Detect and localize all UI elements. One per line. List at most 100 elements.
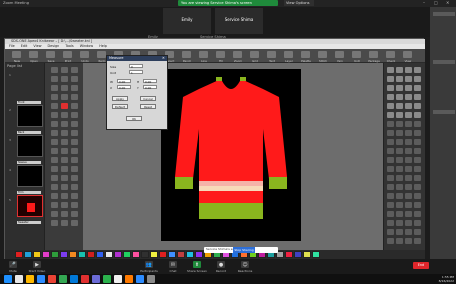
color-swatch[interactable] [177, 251, 185, 258]
panel-tool-button[interactable] [387, 238, 394, 244]
panel-tool-button[interactable] [396, 193, 403, 199]
page-thumbnail[interactable] [17, 105, 43, 127]
dialog-field-value[interactable]: 0.00 [117, 85, 131, 90]
panel-tool-button[interactable] [387, 211, 394, 217]
toolbar-button-yarn[interactable] [335, 51, 344, 58]
menu-view[interactable]: View [33, 44, 41, 48]
tool-button[interactable] [71, 202, 78, 208]
tool-button[interactable] [61, 157, 68, 163]
panel-tool-button[interactable] [405, 130, 412, 136]
panel-tool-button[interactable] [414, 67, 421, 73]
tool-button[interactable] [61, 139, 68, 145]
toolbar-button-print[interactable] [63, 51, 72, 58]
panel-tool-button[interactable] [414, 112, 421, 118]
tool-button[interactable] [51, 67, 58, 73]
view-options-button[interactable]: View Options [284, 0, 314, 6]
dialog-field-value[interactable]: 0.00 [143, 85, 157, 90]
tool-button[interactable] [71, 130, 78, 136]
panel-tool-button[interactable] [414, 166, 421, 172]
tool-button[interactable] [71, 157, 78, 163]
panel-tool-button[interactable] [396, 220, 403, 226]
color-swatch[interactable] [168, 251, 176, 258]
panel-tool-button[interactable] [396, 238, 403, 244]
dialog-close-icon[interactable]: ✕ [162, 56, 167, 61]
panel-tool-button[interactable] [396, 148, 403, 154]
tool-button[interactable] [51, 121, 58, 127]
toolbar-button-zoom[interactable] [233, 51, 242, 58]
panel-tool-button[interactable] [387, 202, 394, 208]
toolbar-button-undo[interactable] [80, 51, 89, 58]
tool-button[interactable] [71, 220, 78, 226]
panel-tool-button[interactable] [405, 139, 412, 145]
panel-tool-button[interactable] [405, 175, 412, 181]
tool-button[interactable] [51, 202, 58, 208]
panel-tool-button[interactable] [396, 76, 403, 82]
toolbar-button-layer[interactable] [284, 51, 293, 58]
panel-tool-button[interactable] [396, 139, 403, 145]
toolbar-button-knit[interactable] [352, 51, 361, 58]
toolbar-button-redo[interactable] [97, 51, 106, 58]
taskbar-app-icon[interactable] [147, 275, 155, 283]
toolbar-button-text[interactable] [267, 51, 276, 58]
panel-tool-button[interactable] [405, 211, 412, 217]
tool-button[interactable] [51, 211, 58, 217]
panel-tool-button[interactable] [405, 166, 412, 172]
tool-button[interactable] [51, 175, 58, 181]
tool-button[interactable] [71, 166, 78, 172]
color-swatch[interactable] [312, 251, 320, 258]
tool-button[interactable] [71, 112, 78, 118]
page-label[interactable]: Sleeve [17, 161, 41, 164]
panel-tool-button[interactable] [387, 76, 394, 82]
panel-tool-button[interactable] [387, 94, 394, 100]
panel-tool-button[interactable] [414, 148, 421, 154]
toolbar-button-palette[interactable] [301, 51, 310, 58]
toolbar-button-line[interactable] [199, 51, 208, 58]
color-swatch[interactable] [51, 251, 59, 258]
panel-tool-button[interactable] [414, 220, 421, 226]
tool-button[interactable] [51, 112, 58, 118]
panel-tool-button[interactable] [387, 193, 394, 199]
color-swatch[interactable] [150, 251, 158, 258]
tool-button[interactable] [71, 139, 78, 145]
toolbar-button-save[interactable] [46, 51, 55, 58]
menu-design[interactable]: Design [48, 44, 60, 48]
toolbar-button-check[interactable] [386, 51, 395, 58]
panel-tool-button[interactable] [414, 193, 421, 199]
panel-tool-button[interactable] [414, 85, 421, 91]
panel-tool-button[interactable] [387, 85, 394, 91]
panel-tool-button[interactable] [396, 229, 403, 235]
panel-tool-button[interactable] [396, 103, 403, 109]
color-swatch[interactable] [15, 251, 23, 258]
tool-button[interactable] [51, 130, 58, 136]
menu-window[interactable]: Window [80, 44, 93, 48]
tool-button[interactable] [61, 121, 68, 127]
panel-tool-button[interactable] [405, 76, 412, 82]
tool-button[interactable] [61, 67, 68, 73]
panel-tool-button[interactable] [387, 175, 394, 181]
toolbar-button-fill[interactable] [216, 51, 225, 58]
color-swatch[interactable] [132, 251, 140, 258]
panel-tool-button[interactable] [414, 121, 421, 127]
panel-tool-button[interactable] [387, 139, 394, 145]
tool-button[interactable] [61, 148, 68, 154]
dialog-field-value[interactable]: 0.00 [117, 79, 131, 84]
panel-tool-button[interactable] [387, 148, 394, 154]
color-swatch[interactable] [69, 251, 77, 258]
panel-tool-button[interactable] [387, 166, 394, 172]
taskbar-app-icon[interactable] [26, 275, 34, 283]
panel-tool-button[interactable] [387, 130, 394, 136]
reset-button[interactable]: Reset [140, 104, 156, 109]
toolbar-button-package[interactable] [369, 51, 378, 58]
panel-tool-button[interactable] [414, 103, 421, 109]
panel-tool-button[interactable] [405, 238, 412, 244]
panel-tool-button[interactable] [396, 166, 403, 172]
tool-button[interactable] [51, 166, 58, 172]
panel-tool-button[interactable] [387, 103, 394, 109]
tool-button[interactable] [71, 184, 78, 190]
tool-button[interactable] [51, 157, 58, 163]
participant-tile[interactable]: Emily [163, 8, 211, 34]
page-label[interactable]: Back [17, 131, 41, 134]
taskbar-app-icon[interactable] [103, 275, 111, 283]
tool-button[interactable] [71, 175, 78, 181]
panel-tool-button[interactable] [387, 121, 394, 127]
